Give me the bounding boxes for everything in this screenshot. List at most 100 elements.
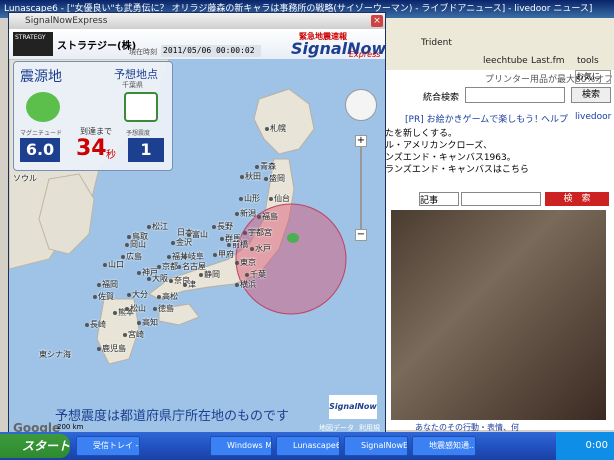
city-marker <box>85 323 89 327</box>
city-marker <box>235 283 239 287</box>
zoom-slider[interactable] <box>360 147 362 229</box>
clock: 0:00 <box>585 440 608 451</box>
city-marker <box>167 255 171 259</box>
article-select[interactable]: 記事 <box>419 192 459 206</box>
city-marker <box>243 231 247 235</box>
sea-label: 東シナ海 <box>39 350 71 359</box>
article-search-input[interactable] <box>461 192 541 206</box>
city-label: 仙台 <box>274 194 290 203</box>
start-button[interactable]: スタート <box>0 434 70 458</box>
city-label: 高知 <box>142 318 158 327</box>
arrival-unit: 秒 <box>106 150 116 161</box>
city-label: 札幌 <box>270 124 286 133</box>
city-label: 東京 <box>240 258 256 267</box>
strategy-logo: STRATEGY <box>13 32 53 56</box>
city-marker <box>125 243 129 247</box>
video-thumbnail[interactable] <box>391 210 606 420</box>
search-label: 統合検索 <box>423 93 460 103</box>
city-marker <box>169 279 173 283</box>
city-marker <box>245 273 249 277</box>
bookmark-lastfm[interactable]: Last.fm <box>531 56 565 66</box>
city-label: 佐賀 <box>98 292 114 301</box>
city-label: 高松 <box>162 292 178 301</box>
close-button[interactable]: × <box>371 15 383 27</box>
help-link[interactable]: ヘルプ <box>541 112 568 125</box>
city-label: 秋田 <box>245 172 261 181</box>
city-marker <box>213 253 217 257</box>
scale-km: 200 km <box>57 423 84 431</box>
bookmark-tools[interactable]: tools <box>577 56 599 66</box>
city-marker <box>127 293 131 297</box>
city-label: 青森 <box>260 162 276 171</box>
time-label: 現在時刻 <box>129 48 157 56</box>
city-marker <box>147 225 151 229</box>
favorites-select[interactable]: お気に <box>575 70 611 84</box>
city-label: 山口 <box>108 260 124 269</box>
city-label: 岡山 <box>130 240 146 249</box>
city-marker <box>113 311 117 315</box>
city-marker <box>103 263 107 267</box>
magnitude-label: マグニチュード <box>20 130 63 137</box>
city-marker <box>171 241 175 245</box>
pr-link[interactable]: [PR] お絵かきゲームで楽しもう！ <box>405 112 543 125</box>
city-marker <box>97 283 101 287</box>
task-lunascape[interactable]: Lunascape6... <box>276 436 340 456</box>
livedoor-link[interactable]: livedoor <box>575 112 611 122</box>
brand-sub: Express <box>349 50 381 59</box>
city-label: 広島 <box>126 252 142 261</box>
city-label: 福島 <box>262 212 278 221</box>
background-page: プリンター用品が最大80%オフ お気に 統合検索 検索 [PR] お絵かきゲーム… <box>385 70 614 432</box>
building-icon <box>124 92 158 122</box>
city-marker <box>257 215 261 219</box>
city-marker <box>255 165 259 169</box>
task-earthquake-notice[interactable]: 地震感知通... <box>412 436 476 456</box>
city-label: 津 <box>188 280 196 289</box>
city-label: 前橋 <box>232 240 248 249</box>
zoom-out-button[interactable]: − <box>355 229 367 241</box>
korean-peninsula <box>38 173 95 255</box>
city-label: 鹿児島 <box>102 344 126 353</box>
ad-line: ル・アメリカンクローズ、 <box>385 141 493 151</box>
background-toolbar: Trident leechtube Last.fm tools <box>385 18 614 70</box>
search-input[interactable] <box>465 87 565 103</box>
city-marker <box>157 295 161 299</box>
signalnow-badge: SignalNow <box>329 395 377 419</box>
zoom-in-button[interactable]: + <box>355 135 367 147</box>
city-label: 松山 <box>130 304 146 313</box>
task-signalnow[interactable]: SignalNowE... <box>344 436 408 456</box>
city-marker <box>239 197 243 201</box>
task-windows-media[interactable]: Windows Me... <box>210 436 272 456</box>
system-tray: 0:00 <box>556 432 614 460</box>
map-pan-control[interactable] <box>345 89 377 121</box>
city-marker <box>153 307 157 311</box>
city-marker <box>93 295 97 299</box>
info-panel: 震源地 予想地点 千葉県 マグニチュード 6.0 到達まで 34 秒 予想震度 … <box>13 61 173 171</box>
signalnow-window: SignalNowExpress × STRATEGY ストラテジー(株) 現在… <box>8 12 386 436</box>
magnitude-value: 6.0 <box>20 138 60 162</box>
ad-line: ランズエンド・キャンバスはこちら <box>385 165 529 175</box>
city-label: 宇都宮 <box>248 228 272 237</box>
ad-line: ンズエンド・キャンバス1963。 <box>385 153 516 163</box>
window-titlebar[interactable]: SignalNowExpress <box>9 13 385 29</box>
city-marker <box>137 321 141 325</box>
city-label: 山形 <box>244 194 260 203</box>
intensity-label: 予想震度 <box>126 130 151 137</box>
window-title: SignalNowExpress <box>25 16 108 26</box>
epicenter-label: 震源地 <box>20 69 62 85</box>
bookmark-leechtube[interactable]: leechtube <box>483 56 528 66</box>
article-search-button[interactable]: 検 索 <box>545 192 609 206</box>
task-inbox[interactable]: 受信トレイ - <box>76 436 140 456</box>
bookmark-trident[interactable]: Trident <box>421 38 452 48</box>
footer-note: 予想震度は都道府県庁所在地のものです <box>55 409 290 424</box>
search-button[interactable]: 検索 <box>571 87 611 103</box>
city-marker <box>265 127 269 131</box>
city-label: 金沢 <box>176 238 192 247</box>
ad-block[interactable]: たを新しくする。 ル・アメリカンクローズ、 ンズエンド・キャンバス1963。 ラ… <box>385 128 614 178</box>
city-label: 宮崎 <box>128 330 144 339</box>
city-marker <box>235 212 239 216</box>
city-marker <box>269 197 273 201</box>
city-marker <box>137 271 141 275</box>
city-marker <box>235 261 239 265</box>
city-label: 水戸 <box>255 244 271 253</box>
city-label: 徳島 <box>158 304 174 313</box>
